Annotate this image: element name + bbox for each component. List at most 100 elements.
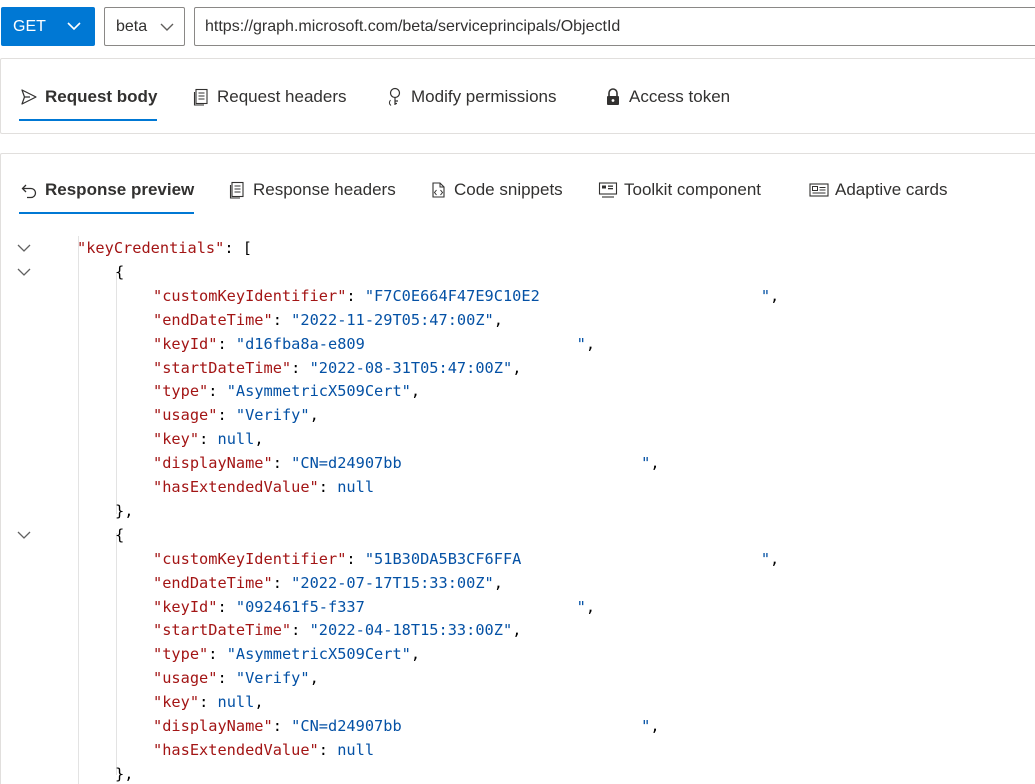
json-value: null: [337, 740, 375, 759]
json-line: "startDateTime": "2022-04-18T15:33:00Z",: [153, 618, 521, 642]
json-punctuation: :: [272, 573, 292, 592]
json-value: "2022-08-31T05:47:00Z": [309, 358, 513, 377]
json-key: "endDateTime": [153, 573, 273, 592]
http-method-label: GET: [13, 17, 46, 35]
json-line: "hasExtendedValue": null: [153, 738, 374, 762]
indent-guide: [116, 533, 117, 775]
json-key: "usage": [153, 669, 218, 688]
http-method-dropdown[interactable]: GET: [1, 7, 95, 46]
json-punctuation: :: [199, 693, 218, 712]
headers-icon: [191, 87, 211, 107]
json-value: null: [217, 430, 255, 449]
json-punctuation: ,: [650, 717, 660, 735]
request-url-input[interactable]: [194, 7, 1035, 46]
json-line: "type": "AsymmetricX509Cert",: [153, 642, 420, 666]
tab-label: Code snippets: [454, 180, 563, 199]
response-json-viewer[interactable]: "keyCredentials": [ { "customKeyIdentifier…: [0, 236, 1035, 784]
json-key: "startDateTime": [153, 621, 292, 640]
json-punctuation: ,: [770, 549, 780, 568]
json-line: "keyId": "d16fba8a-e809 ",: [153, 332, 595, 356]
json-punctuation: :: [346, 549, 365, 568]
headers-icon: [227, 180, 247, 200]
json-line: },: [115, 499, 133, 523]
permissions-icon: [385, 87, 405, 107]
tab-label: Response headers: [253, 180, 396, 199]
active-tab-indicator: [19, 119, 158, 121]
json-punctuation: : [: [224, 239, 252, 257]
tab-label: Request headers: [217, 87, 347, 106]
json-value: "092461f5-f337 ": [235, 597, 586, 616]
indent-guide: [78, 236, 79, 784]
json-value: "CN=d24907bb ": [291, 454, 651, 473]
json-key: "endDateTime": [153, 310, 273, 329]
json-key: "displayName": [153, 454, 273, 473]
json-line: "key": null,: [153, 427, 264, 451]
tab-request-headers[interactable]: Request headers: [191, 77, 346, 117]
undo-arrow-icon: [19, 180, 39, 200]
fold-chevron-icon[interactable]: [15, 523, 33, 547]
json-value: "2022-07-17T15:33:00Z": [291, 573, 494, 592]
json-line: "displayName": "CN=d24907bb ",: [153, 714, 660, 738]
json-key: "usage": [153, 406, 218, 425]
json-punctuation: {: [115, 525, 125, 544]
json-value: "Verify": [235, 669, 310, 688]
tab-label: Modify permissions: [411, 87, 557, 106]
tab-response-preview[interactable]: Response preview: [19, 170, 195, 214]
lock-icon: [603, 87, 623, 107]
tab-toolkit-component[interactable]: Toolkit component: [598, 170, 761, 210]
json-line: "keyId": "092461f5-f337 ",: [153, 595, 595, 619]
json-punctuation: :: [217, 406, 236, 425]
json-line: "usage": "Verify",: [153, 666, 319, 690]
json-punctuation: ,: [650, 454, 660, 473]
json-punctuation: :: [318, 740, 338, 759]
json-punctuation: ,: [309, 406, 319, 425]
json-punctuation: ,: [493, 310, 503, 329]
json-value: "F7C0E664F47E9C10E2 ": [364, 286, 771, 305]
json-key: "startDateTime": [153, 358, 292, 377]
json-value: "AsymmetricX509Cert": [226, 645, 411, 664]
json-punctuation: :: [272, 310, 292, 329]
tab-label: Toolkit component: [624, 180, 762, 199]
chevron-down-icon: [67, 22, 81, 31]
tab-response-headers[interactable]: Response headers: [227, 170, 396, 210]
json-line: "keyCredentials": [: [77, 236, 252, 260]
json-punctuation: :: [272, 717, 292, 735]
json-value: "51B30DA5B3CF6FFA ": [364, 549, 771, 568]
json-punctuation: :: [199, 430, 218, 449]
json-line: "endDateTime": "2022-07-17T15:33:00Z",: [153, 571, 503, 595]
tab-request-body[interactable]: Request body: [19, 77, 158, 121]
json-punctuation: ,: [585, 334, 596, 353]
json-punctuation: ,: [770, 286, 780, 305]
json-key: "keyId": [153, 334, 218, 353]
json-line: "usage": "Verify",: [153, 403, 319, 427]
json-line: {: [115, 523, 124, 547]
json-punctuation: ,: [410, 645, 421, 664]
tab-access-token[interactable]: Access token: [603, 77, 730, 117]
json-punctuation: :: [272, 454, 292, 473]
json-key: "type": [153, 382, 209, 401]
json-line: "type": "AsymmetricX509Cert",: [153, 379, 420, 403]
json-line: "customKeyIdentifier": "51B30DA5B3CF6FFA…: [153, 547, 779, 571]
json-key: "customKeyIdentifier": [153, 549, 347, 568]
json-punctuation: ,: [254, 430, 264, 449]
fold-chevron-icon[interactable]: [15, 260, 33, 284]
json-punctuation: ,: [512, 358, 522, 377]
code-snippet-icon: [428, 180, 448, 200]
json-punctuation: :: [217, 669, 236, 688]
send-icon: [19, 87, 39, 107]
json-line: "displayName": "CN=d24907bb ",: [153, 451, 660, 475]
json-punctuation: :: [346, 286, 365, 305]
tab-modify-permissions[interactable]: Modify permissions: [385, 77, 557, 117]
toolkit-icon: [598, 180, 618, 200]
tab-label: Access token: [629, 87, 731, 106]
tab-adaptive-cards[interactable]: Adaptive cards: [809, 170, 947, 210]
tab-code-snippets[interactable]: Code snippets: [428, 170, 563, 210]
json-value: "2022-04-18T15:33:00Z": [309, 621, 513, 640]
json-key: "key": [153, 693, 200, 712]
json-punctuation: :: [291, 621, 310, 640]
fold-chevron-icon[interactable]: [15, 236, 33, 260]
json-punctuation: :: [318, 478, 338, 496]
json-punctuation: },: [115, 764, 134, 783]
api-version-dropdown[interactable]: beta: [104, 7, 185, 46]
json-punctuation: },: [115, 501, 134, 520]
